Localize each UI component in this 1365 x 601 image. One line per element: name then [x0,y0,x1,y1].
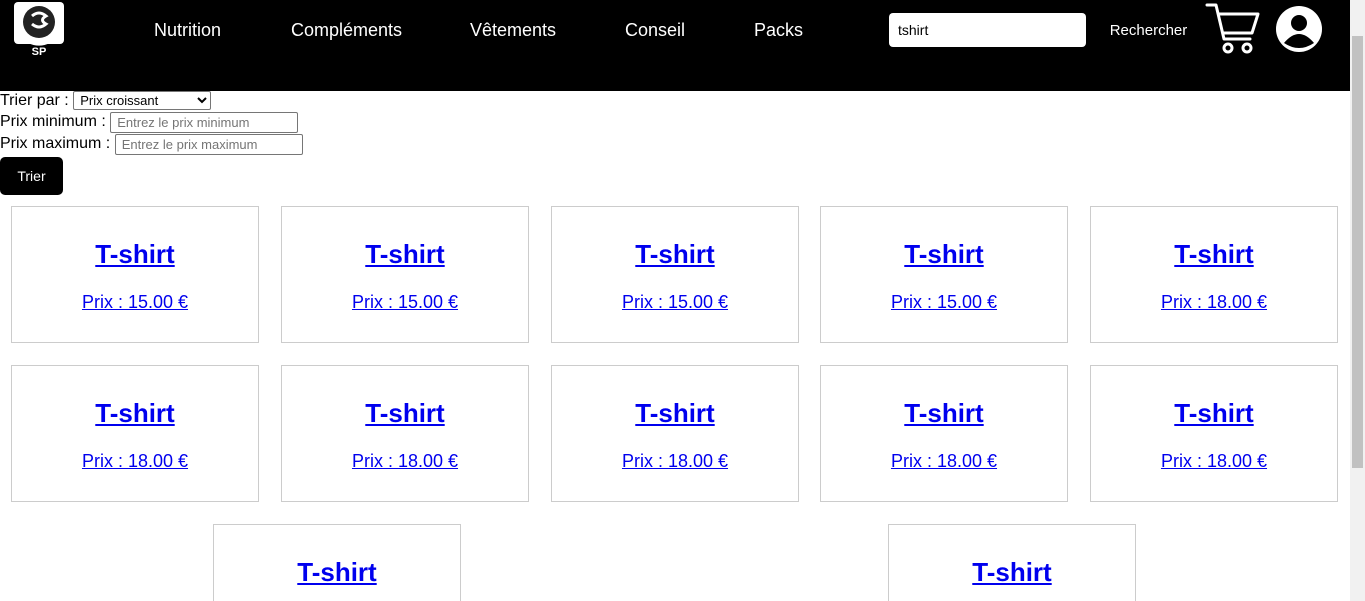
cart-icon[interactable] [1205,1,1261,57]
max-price-input[interactable] [114,134,303,155]
product-card[interactable]: T-shirt Prix : 15.00 € [820,206,1068,343]
product-price[interactable]: Prix : 18.00 € [552,451,798,471]
product-price[interactable]: Prix : 18.00 € [1091,292,1337,312]
product-card[interactable]: T-shirt Prix : 18.00 € [281,365,529,502]
product-card[interactable]: T-shirt [213,524,461,601]
product-title[interactable]: T-shirt [552,398,798,428]
user-account-icon[interactable] [1275,5,1323,53]
product-title[interactable]: T-shirt [282,398,528,428]
product-price[interactable]: Prix : 18.00 € [821,451,1067,471]
min-price-label: Prix minimum : [0,113,106,130]
sort-label: Trier par : [0,92,69,109]
product-title[interactable]: T-shirt [282,239,528,269]
product-title[interactable]: T-shirt [214,557,460,587]
product-card[interactable]: T-shirt Prix : 18.00 € [1090,365,1338,502]
product-title[interactable]: T-shirt [821,398,1067,428]
site-header: SP Nutrition Compléments Vêtements Conse… [0,0,1350,91]
scrollbar-thumb[interactable] [1352,36,1363,468]
product-title[interactable]: T-shirt [821,239,1067,269]
product-card[interactable]: T-shirt Prix : 18.00 € [551,365,799,502]
search-button[interactable]: Rechercher [1101,13,1196,47]
product-card[interactable]: T-shirt Prix : 15.00 € [281,206,529,343]
logo-text: SP [32,46,47,58]
product-card[interactable]: T-shirt Prix : 15.00 € [551,206,799,343]
product-price[interactable]: Prix : 18.00 € [12,451,258,471]
product-card[interactable]: T-shirt [888,524,1136,601]
product-title[interactable]: T-shirt [552,239,798,269]
product-price[interactable]: Prix : 15.00 € [821,292,1067,312]
search-input[interactable] [889,13,1086,47]
nav-packs[interactable]: Packs [754,19,803,41]
nav-conseil[interactable]: Conseil [625,19,685,41]
sort-select[interactable]: Prix croissant [73,91,212,110]
product-price[interactable]: Prix : 15.00 € [282,292,528,312]
product-card[interactable]: T-shirt Prix : 15.00 € [11,206,259,343]
page-scrollbar[interactable] [1350,0,1365,601]
product-card[interactable]: T-shirt Prix : 18.00 € [11,365,259,502]
product-card[interactable]: T-shirt Prix : 18.00 € [1090,206,1338,343]
product-title[interactable]: T-shirt [1091,239,1337,269]
max-price-label: Prix maximum : [0,135,111,152]
nav-vetements[interactable]: Vêtements [470,19,556,41]
sort-button[interactable]: Trier [0,157,63,195]
product-price[interactable]: Prix : 15.00 € [552,292,798,312]
product-price[interactable]: Prix : 18.00 € [282,451,528,471]
nav-nutrition[interactable]: Nutrition [154,19,221,41]
nav-complements[interactable]: Compléments [291,19,402,41]
product-price[interactable]: Prix : 18.00 € [1091,451,1337,471]
product-title[interactable]: T-shirt [889,557,1135,587]
logo-icon[interactable]: SP [12,0,66,58]
product-price[interactable]: Prix : 15.00 € [12,292,258,312]
product-title[interactable]: T-shirt [1091,398,1337,428]
product-title[interactable]: T-shirt [12,398,258,428]
product-title[interactable]: T-shirt [12,239,258,269]
min-price-input[interactable] [110,112,299,133]
product-card[interactable]: T-shirt Prix : 18.00 € [820,365,1068,502]
